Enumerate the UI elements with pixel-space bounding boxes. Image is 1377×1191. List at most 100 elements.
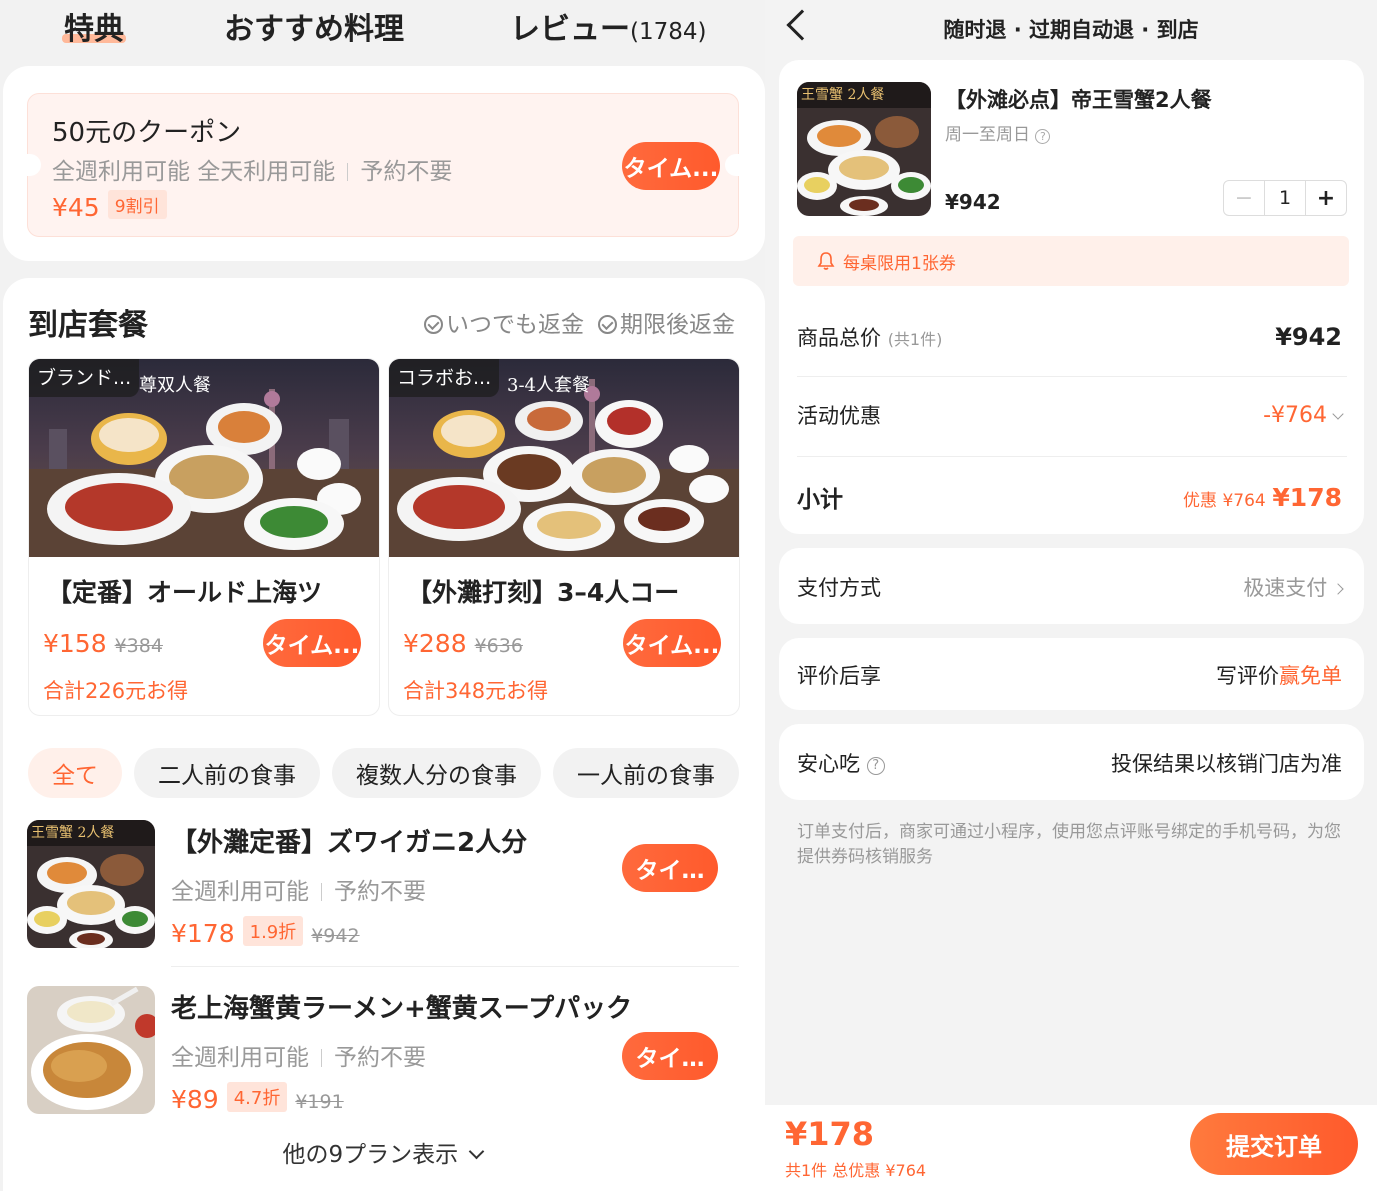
package-card[interactable]: コラボお... 3-4人套餐 【外灘打刻】3–4人コー ¥288 ¥636 タイ… (388, 358, 740, 716)
package-savings: 合計226元お得 (43, 679, 189, 703)
divider (797, 376, 1347, 377)
product-validity: 周一至周日 (945, 125, 1030, 145)
help-icon[interactable]: ? (1035, 129, 1051, 144)
check-circle-icon (424, 315, 443, 334)
refund-expiry-label: 期限後返金 (620, 312, 735, 338)
tab-reviews[interactable]: レビュー(1784) (510, 4, 706, 48)
coupon-buy-button[interactable]: タイム... (622, 142, 720, 190)
package-image: ブランド... 尊双人餐 (29, 359, 379, 557)
bottom-bar: ¥178 共1件 总优惠 ¥764 提交订单 (765, 1105, 1377, 1191)
item-price-value: ¥89 (171, 1085, 219, 1114)
package-image: コラボお... 3-4人套餐 (389, 359, 739, 557)
list-item[interactable]: 王雪蟹 2人餐 【外灘定番】ズワイガニ2人分 全週利用可能 予約不要 ¥178 1.… (27, 820, 739, 948)
refund-anytime-tag: いつでも返金 (424, 305, 584, 339)
item-buy-button[interactable]: タイ… (622, 844, 718, 892)
item-subtitle: 全週利用可能 予約不要 (171, 1038, 426, 1072)
item-discount-badge: 1.9折 (242, 916, 304, 946)
package-card[interactable]: ブランド... 尊双人餐 【定番】オールド上海ツ ¥158 ¥384 タイム..… (28, 358, 380, 716)
item-original-price: ¥942 (311, 925, 360, 947)
increase-button[interactable]: + (1305, 181, 1346, 215)
item-buy-button[interactable]: タイ… (622, 1032, 718, 1080)
tab-benefits[interactable]: 特典 (64, 4, 124, 48)
item-count: (共1件) (887, 330, 943, 349)
show-more-label: 他の9プラン表示 (282, 1142, 459, 1168)
item-title: 【外灘定番】ズワイガニ2人分 (171, 828, 528, 858)
package-title: 【外灘打刻】3–4人コー (407, 578, 680, 607)
decrease-button[interactable]: − (1224, 181, 1265, 215)
promotion-amount: -¥764 (1263, 402, 1327, 428)
payment-value: 极速支付 (1243, 572, 1344, 602)
divider (321, 1049, 322, 1067)
bottom-detail: 共1件 总优惠 ¥764 (785, 1161, 927, 1180)
submit-order-button[interactable]: 提交订单 (1190, 1113, 1358, 1175)
check-circle-icon (598, 315, 617, 334)
footnote: 订单支付后，商家可通过小程序，使用您点评账号绑定的手机号码，为您提供券码核销服务 (797, 822, 1341, 867)
package-brand-tag: コラボお... (389, 359, 500, 397)
total-price-row: 商品总价 (共1件) ¥942 (797, 322, 1342, 352)
usage-notice-text: 每桌限用1张券 (843, 253, 956, 274)
tab-recommended[interactable]: おすすめ料理 (224, 4, 404, 48)
insurance-label: 安心吃 ? (797, 748, 885, 778)
bottom-price: ¥178 (785, 1115, 875, 1153)
package-price: ¥158 ¥384 (43, 629, 163, 658)
list-item[interactable]: 老上海蟹黄ラーメン+蟹黄スープパック 全週利用可能 予約不要 ¥89 4.7折 ¥1… (27, 986, 739, 1114)
promotion-label: 活动优惠 (797, 404, 881, 428)
noodle-photo (27, 986, 155, 1114)
insurance-value: 投保结果以核销门店为准 (1111, 752, 1342, 776)
product-image-caption: 王雪蟹 2人餐 (801, 87, 885, 103)
refund-tags: いつでも返金 期限後返金 (424, 305, 735, 339)
package-price: ¥288 ¥636 (403, 629, 523, 658)
package-image-caption: 3-4人套餐 (507, 375, 590, 396)
item-price: ¥178 1.9折 ¥942 (171, 916, 360, 948)
payment-label: 支付方式 (797, 576, 881, 600)
order-header: 随时退 · 过期自动退 · 到店 (943, 18, 1199, 42)
chevron-down-icon (1332, 407, 1344, 420)
subtotal-amount: ¥178 (1272, 482, 1342, 512)
package-buy-button[interactable]: タイム... (623, 619, 721, 667)
item-availability: 全週利用可能 (171, 879, 309, 905)
package-buy-button[interactable]: タイム... (263, 619, 361, 667)
help-icon[interactable]: ? (866, 757, 885, 775)
review-reward-card[interactable]: 评价后享 写评价赢免单 (779, 638, 1364, 710)
total-price-label-text: 商品总价 (797, 326, 881, 350)
quantity-value[interactable]: 1 (1265, 181, 1305, 215)
package-section-title: 到店套餐 (28, 308, 148, 343)
item-price-value: ¥178 (171, 919, 235, 948)
promotion-row[interactable]: 活动优惠 -¥764 (797, 400, 1344, 430)
screen: 特典 おすすめ料理 レビュー(1784) 50元のクーポン 全週利用可能 全天利… (0, 0, 1377, 1191)
coupon-discount-badge: 9割引 (107, 190, 167, 219)
divider (171, 966, 739, 967)
item-image-caption: 王雪蟹 2人餐 (31, 825, 115, 841)
filter-chip-all[interactable]: 全て (28, 748, 122, 798)
package-image-caption: 尊双人餐 (139, 375, 211, 396)
promotion-value: -¥764 (1263, 402, 1344, 428)
item-image: 王雪蟹 2人餐 (27, 820, 155, 948)
coupon-notch-right (725, 154, 739, 176)
package-title: 【定番】オールド上海ツ (47, 578, 323, 607)
divider (321, 883, 322, 901)
insurance-label-text: 安心吃 (797, 752, 860, 776)
item-title: 老上海蟹黄ラーメン+蟹黄スープパック (171, 994, 633, 1024)
divider (347, 163, 349, 181)
filter-chip-group[interactable]: 複数人分の食事 (332, 748, 541, 798)
filter-chip-two-person[interactable]: 二人前の食事 (134, 748, 320, 798)
coupon[interactable]: 50元のクーポン 全週利用可能 全天利用可能 予約不要 ¥45 9割引 タイム... (27, 93, 739, 237)
product-image: 王雪蟹 2人餐 (797, 82, 931, 216)
item-image (27, 986, 155, 1114)
review-reward-row: 评价后享 写评价赢免单 (797, 660, 1342, 690)
show-more-link[interactable]: 他の9プラン表示 (0, 1135, 765, 1169)
payment-card[interactable]: 支付方式 极速支付 (779, 548, 1364, 624)
left-panel: 特典 おすすめ料理 レビュー(1784) 50元のクーポン 全週利用可能 全天利… (0, 0, 765, 1191)
tab-reviews-label: レビュー (510, 12, 630, 47)
item-price: ¥89 4.7折 ¥191 (171, 1082, 344, 1114)
total-price-label: 商品总价 (共1件) (797, 322, 942, 352)
product-subtitle: 周一至周日 ? (945, 120, 1051, 145)
payment-method: 极速支付 (1243, 576, 1328, 600)
package-original-price: ¥384 (114, 635, 163, 657)
package-original-price: ¥636 (474, 635, 523, 657)
insurance-card: 安心吃 ? 投保结果以核销门店为准 (779, 724, 1364, 800)
filter-chip-single[interactable]: 一人前の食事 (553, 748, 739, 798)
coupon-title: 50元のクーポン (52, 118, 242, 148)
order-summary-card: 王雪蟹 2人餐 【外滩必点】帝王雪蟹2人餐 周一至周日 ? ¥942 − 1 +… (779, 60, 1364, 534)
chevron-down-icon (469, 1143, 485, 1160)
